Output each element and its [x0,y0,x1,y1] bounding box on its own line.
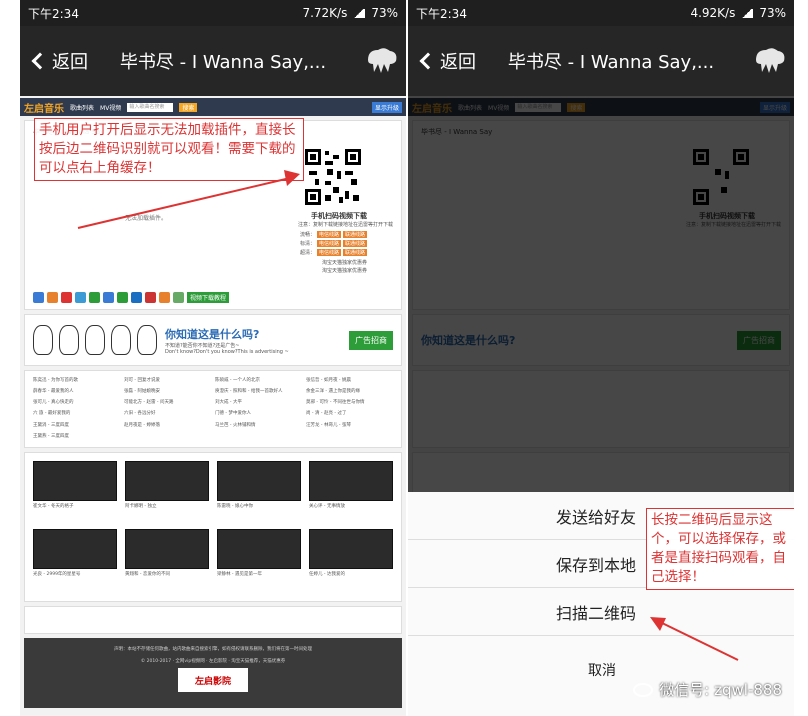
arrow-line [77,177,291,229]
arrow-head [284,170,300,186]
arrow-line [659,621,739,661]
annotation-arrows [77,170,739,661]
